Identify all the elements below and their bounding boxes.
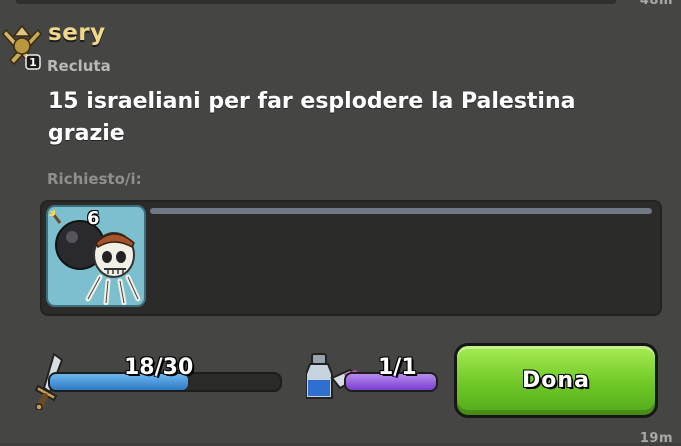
request-box-highlight	[150, 208, 652, 214]
donate-button[interactable]: Dona	[454, 343, 658, 418]
next-message-timestamp: 19m	[639, 431, 673, 446]
author-name[interactable]: sery	[48, 20, 106, 46]
request-message: 15 israeliani per far esplodere la Pales…	[48, 89, 576, 146]
requested-troop-count: 6	[87, 208, 100, 229]
previous-message-divider	[16, 0, 616, 4]
requested-label: Richiesto/i:	[47, 170, 142, 188]
rank-level-number: 1	[29, 56, 37, 69]
spell-capacity-text: 1/1	[378, 355, 417, 380]
clan-chat-request-panel: 48m 1 sery Recluta 15 israeliani per far…	[0, 0, 681, 446]
donate-button-label: Dona	[522, 368, 590, 393]
troop-capacity-text: 18/30	[124, 355, 194, 380]
previous-message-timestamp: 48m	[639, 0, 673, 8]
author-role: Recluta	[47, 57, 111, 75]
crossed-swords-rank-icon: 1	[2, 24, 42, 70]
